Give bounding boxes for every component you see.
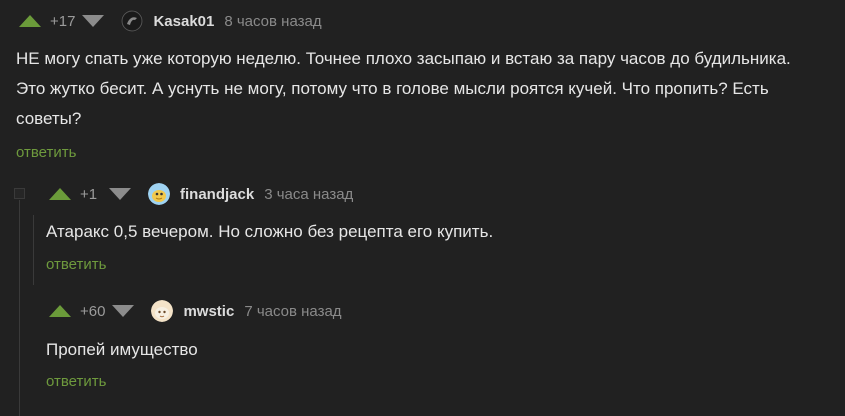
timestamp[interactable]: 3 часа назад	[264, 186, 353, 203]
vote-down-icon[interactable]	[108, 187, 132, 201]
text-line: Атаракс 0,5 вечером. Но сложно без рецеп…	[46, 222, 494, 241]
comment-header: +1 finandjack 3 часа назад	[48, 181, 353, 207]
timestamp[interactable]: 8 часов назад	[224, 13, 321, 30]
text-line: Это жутко бесит. А уснуть не могу, потом…	[16, 79, 769, 98]
text-line: НЕ могу спать уже которую неделю. Точнее…	[16, 49, 791, 68]
branch-line	[19, 200, 20, 416]
comment-header: +17 Kasak01 8 часов назад	[18, 8, 322, 34]
reply-link[interactable]: ответить	[46, 256, 106, 273]
comment-text: НЕ могу спать уже которую неделю. Точнее…	[16, 44, 836, 134]
vote-up-icon[interactable]	[48, 304, 72, 318]
rating: +60	[80, 302, 106, 320]
vote-down-icon[interactable]	[111, 304, 135, 318]
timestamp[interactable]: 7 часов назад	[244, 303, 341, 320]
vote-up-icon[interactable]	[18, 14, 42, 28]
comment-text: Атаракс 0,5 вечером. Но сложно без рецеп…	[46, 217, 826, 247]
comment-header: +60 mwstic 7 часов назад	[48, 298, 342, 324]
rating: +17	[50, 12, 76, 30]
author-name[interactable]: mwstic	[183, 303, 234, 320]
avatar[interactable]	[121, 10, 144, 32]
text-line: Пропей имущество	[46, 340, 198, 359]
branch-toggle[interactable]	[14, 188, 25, 199]
vote-up-icon[interactable]	[48, 187, 72, 201]
comment-thread: +17 Kasak01 8 часов назад НЕ могу спать …	[0, 0, 845, 416]
author-name[interactable]: Kasak01	[153, 13, 214, 30]
vote-down-icon[interactable]	[81, 14, 105, 28]
avatar[interactable]	[151, 300, 174, 322]
comment-text: Пропей имущество	[46, 335, 826, 365]
rating: +1	[80, 185, 98, 203]
reply-link[interactable]: ответить	[16, 144, 76, 161]
avatar[interactable]	[148, 183, 170, 205]
branch-line	[33, 215, 34, 285]
reply-link[interactable]: ответить	[46, 373, 106, 390]
author-name[interactable]: finandjack	[180, 186, 254, 203]
text-line: советы?	[16, 109, 82, 128]
